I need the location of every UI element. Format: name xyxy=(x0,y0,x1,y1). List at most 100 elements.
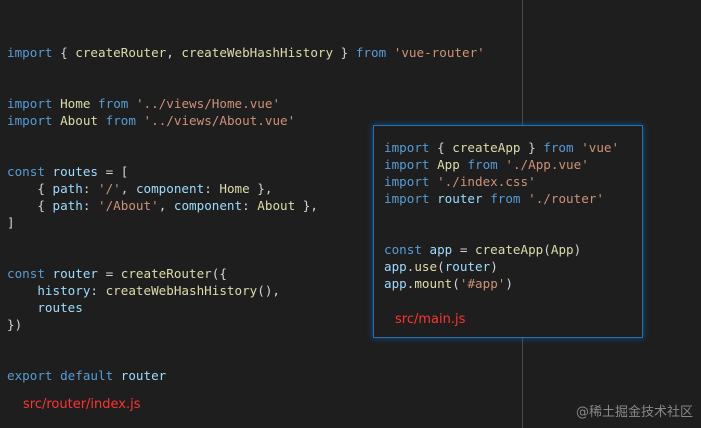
code-token: createWebHashHistory xyxy=(181,45,334,60)
code-token: router xyxy=(120,368,167,383)
code-line: import App from './App.vue' xyxy=(384,156,619,173)
router-file-label: src/router/index.js xyxy=(23,397,141,412)
code-line: import router from './router' xyxy=(384,190,619,207)
code-token: About xyxy=(60,113,99,128)
code-token: : xyxy=(204,181,220,196)
code-token: Home xyxy=(219,181,250,196)
main-file-label: src/main.js xyxy=(395,312,466,327)
code-token: router xyxy=(437,191,483,206)
code-token: import xyxy=(384,157,430,172)
code-token: import xyxy=(384,191,430,206)
code-token: = xyxy=(452,242,476,257)
code-token: import xyxy=(384,140,430,155)
code-token: , xyxy=(166,45,182,60)
code-token: : xyxy=(82,181,99,196)
code-token: from xyxy=(105,113,136,128)
code-token: { xyxy=(7,181,53,196)
code-token: default xyxy=(60,368,114,383)
code-token: ( xyxy=(437,259,445,274)
code-token: component xyxy=(135,181,205,196)
code-token: routes xyxy=(37,300,83,315)
code-token: : xyxy=(90,283,106,298)
code-token: '../views/Home.vue' xyxy=(135,96,281,111)
code-token: path xyxy=(52,181,83,196)
code-token: '/About' xyxy=(98,198,159,213)
code-token: } xyxy=(520,140,544,155)
code-token: mount xyxy=(414,276,453,291)
code-token: const xyxy=(7,266,45,281)
code-token: Home xyxy=(60,96,91,111)
code-token: import xyxy=(7,96,53,111)
code-token: (), xyxy=(257,283,280,298)
code-line: import Home from '../views/Home.vue' xyxy=(7,95,485,112)
code-token: router xyxy=(444,259,491,274)
code-token: '../views/About.vue' xyxy=(143,113,296,128)
code-line: app.mount('#app') xyxy=(384,275,619,292)
code-line: export default router xyxy=(7,367,485,384)
code-line: const app = createApp(App) xyxy=(384,241,619,258)
code-token: from xyxy=(467,157,498,172)
code-token: ({ xyxy=(211,266,227,281)
code-token: , xyxy=(158,198,174,213)
code-token: import xyxy=(7,45,53,60)
main-code-block[interactable]: import { createApp } from 'vue' import Ap… xyxy=(384,139,619,292)
code-token: createApp xyxy=(475,242,544,257)
code-token: './index.css' xyxy=(437,174,536,189)
code-token: { xyxy=(429,140,453,155)
code-token: ) xyxy=(490,259,498,274)
code-token: router xyxy=(52,266,99,281)
code-token: About xyxy=(257,198,296,213)
code-token: app xyxy=(384,276,407,291)
code-token: ) xyxy=(573,242,582,257)
code-token: const xyxy=(7,164,45,179)
code-token: }) xyxy=(7,317,23,332)
code-token: createWebHashHistory xyxy=(105,283,258,298)
code-line: import { createApp } from 'vue' xyxy=(384,139,619,156)
code-token: 'vue-router' xyxy=(393,45,485,60)
code-token: '/' xyxy=(98,181,121,196)
main-js-popup: import { createApp } from 'vue' import Ap… xyxy=(373,125,643,338)
watermark: @稀土掘金技术社区 xyxy=(575,405,693,420)
code-token: = [ xyxy=(98,164,129,179)
code-token: createApp xyxy=(452,140,521,155)
code-token: : xyxy=(242,198,258,213)
code-token: export xyxy=(7,368,53,383)
code-token: createRouter xyxy=(120,266,212,281)
code-token: import xyxy=(7,113,53,128)
code-token: './App.vue' xyxy=(505,157,589,172)
code-token: }, xyxy=(295,198,318,213)
code-token: use xyxy=(414,259,438,274)
code-token: ( xyxy=(543,242,551,257)
code-token: from xyxy=(355,45,387,60)
code-token: '#app' xyxy=(459,276,506,291)
code-line: import './index.css' xyxy=(384,173,619,190)
code-token: App xyxy=(437,157,460,172)
code-token: App xyxy=(550,242,574,257)
code-token: } xyxy=(333,45,356,60)
code-token: 'vue' xyxy=(581,140,620,155)
code-editor[interactable]: import { createRouter, createWebHashHist… xyxy=(0,0,701,428)
code-token: { xyxy=(52,45,76,60)
code-token: }, xyxy=(249,181,273,196)
code-line: app.use(router) xyxy=(384,258,619,275)
